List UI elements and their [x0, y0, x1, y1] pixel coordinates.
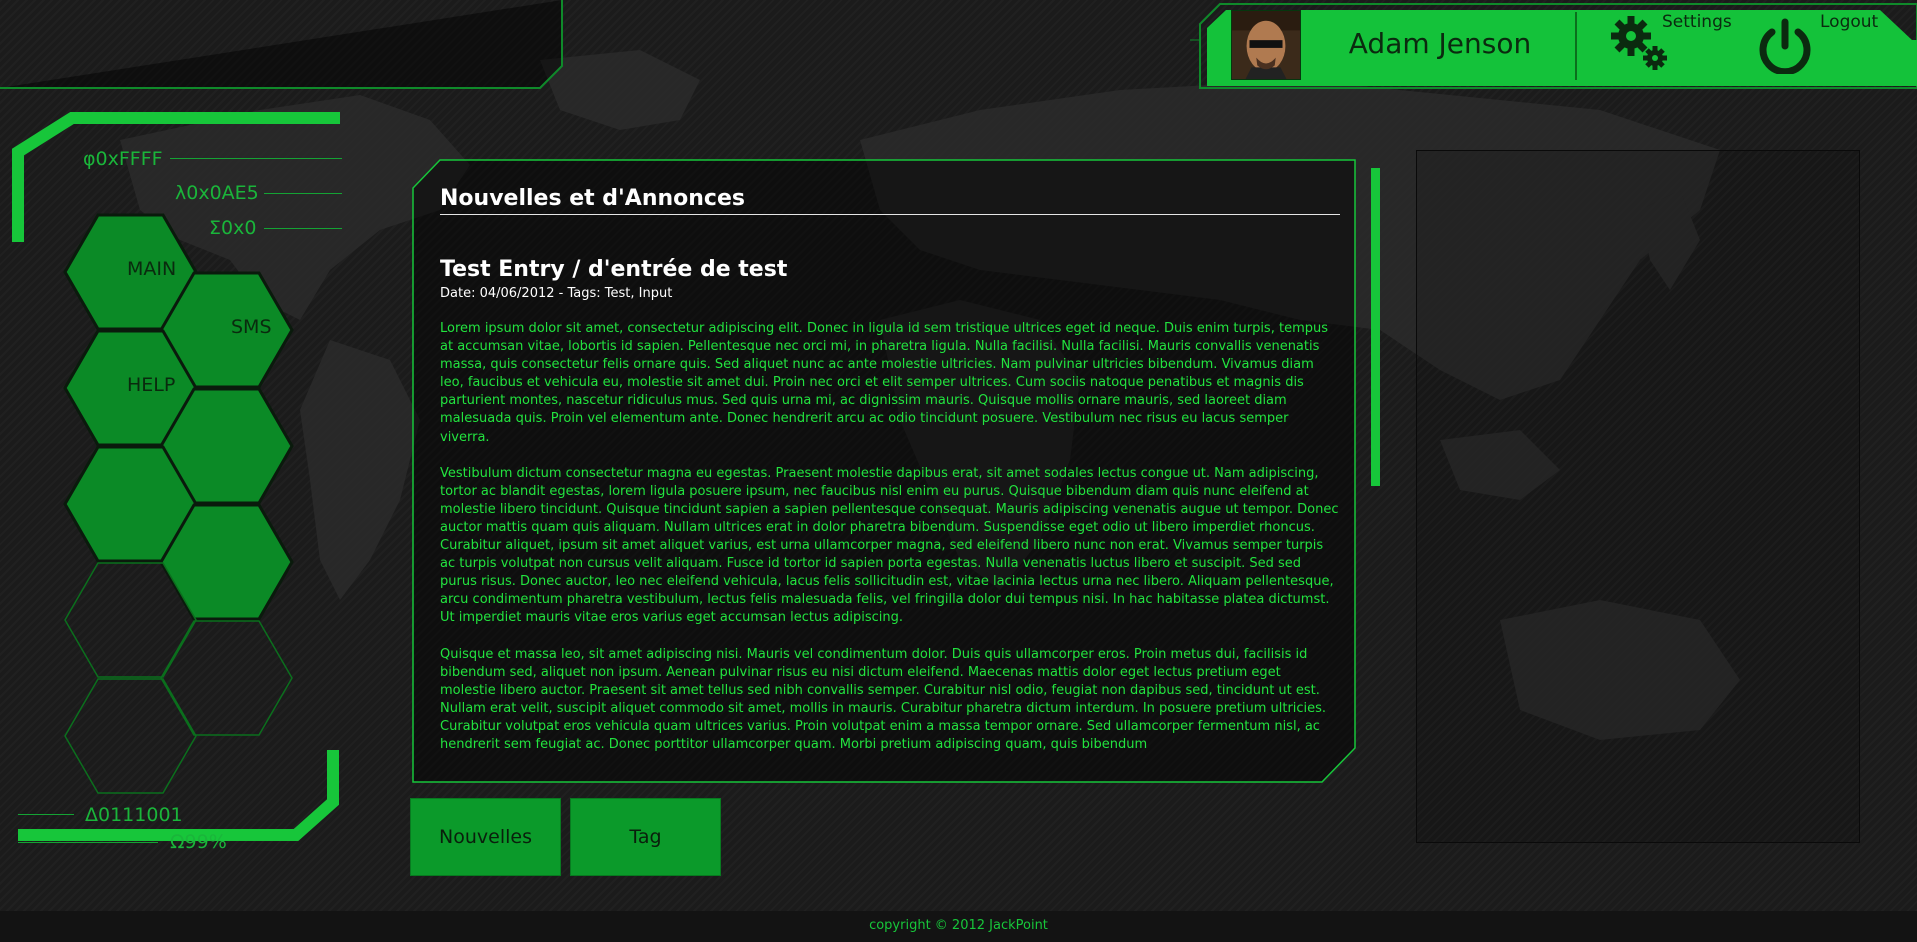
- hud-code-line-2: [264, 193, 342, 194]
- hud-code-3: Σ0x0: [209, 217, 257, 239]
- nav-main[interactable]: MAIN: [127, 258, 176, 280]
- nouvelles-button[interactable]: Nouvelles: [410, 798, 561, 876]
- entry-meta: Date: 04/06/2012 - Tags: Test, Input: [440, 286, 673, 301]
- hud-code-2: λ0x0AE5: [175, 182, 259, 204]
- copyright-text: copyright © 2012 JackPoint: [869, 918, 1048, 933]
- right-side-panel: [1416, 150, 1860, 843]
- nav-help[interactable]: HELP: [127, 374, 175, 396]
- top-left-frame: [0, 0, 563, 89]
- hud-code-1: φ0xFFFF: [83, 148, 163, 170]
- logout-link[interactable]: Logout: [1820, 12, 1878, 32]
- username: Adam Jenson: [1348, 27, 1532, 60]
- hud-code-line-4: [18, 814, 74, 815]
- user-avatar[interactable]: [1231, 10, 1301, 80]
- tag-button[interactable]: Tag: [570, 798, 721, 876]
- news-scrollbar[interactable]: [1371, 168, 1380, 486]
- entry-paragraph: Vestibulum dictum consectetur magna eu e…: [440, 465, 1339, 626]
- hex-outline-3: [64, 678, 197, 794]
- hud-code-line-1: [170, 158, 342, 159]
- nav-sms[interactable]: SMS: [231, 316, 272, 338]
- hud-code-4: Δ0111001: [85, 804, 183, 826]
- hex-outline-2: [160, 620, 293, 736]
- entry-paragraph: Quisque et massa leo, sit amet adipiscin…: [440, 646, 1327, 752]
- news-section-title: Nouvelles et d'Annonces: [440, 186, 745, 211]
- settings-link[interactable]: Settings: [1662, 12, 1732, 32]
- hex-nav-grid: [63, 213, 294, 794]
- user-bar-divider: [1575, 12, 1577, 80]
- entry-title: Test Entry / d'entrée de test: [440, 257, 788, 282]
- entry-body: Lorem ipsum dolor sit amet, consectetur …: [440, 320, 1340, 772]
- news-title-rule: [440, 214, 1340, 215]
- hud-code-5: Ω99%: [170, 831, 227, 853]
- hud-code-line-5: [18, 842, 158, 843]
- power-icon[interactable]: [1754, 18, 1816, 74]
- entry-paragraph: Lorem ipsum dolor sit amet, consectetur …: [440, 321, 1328, 445]
